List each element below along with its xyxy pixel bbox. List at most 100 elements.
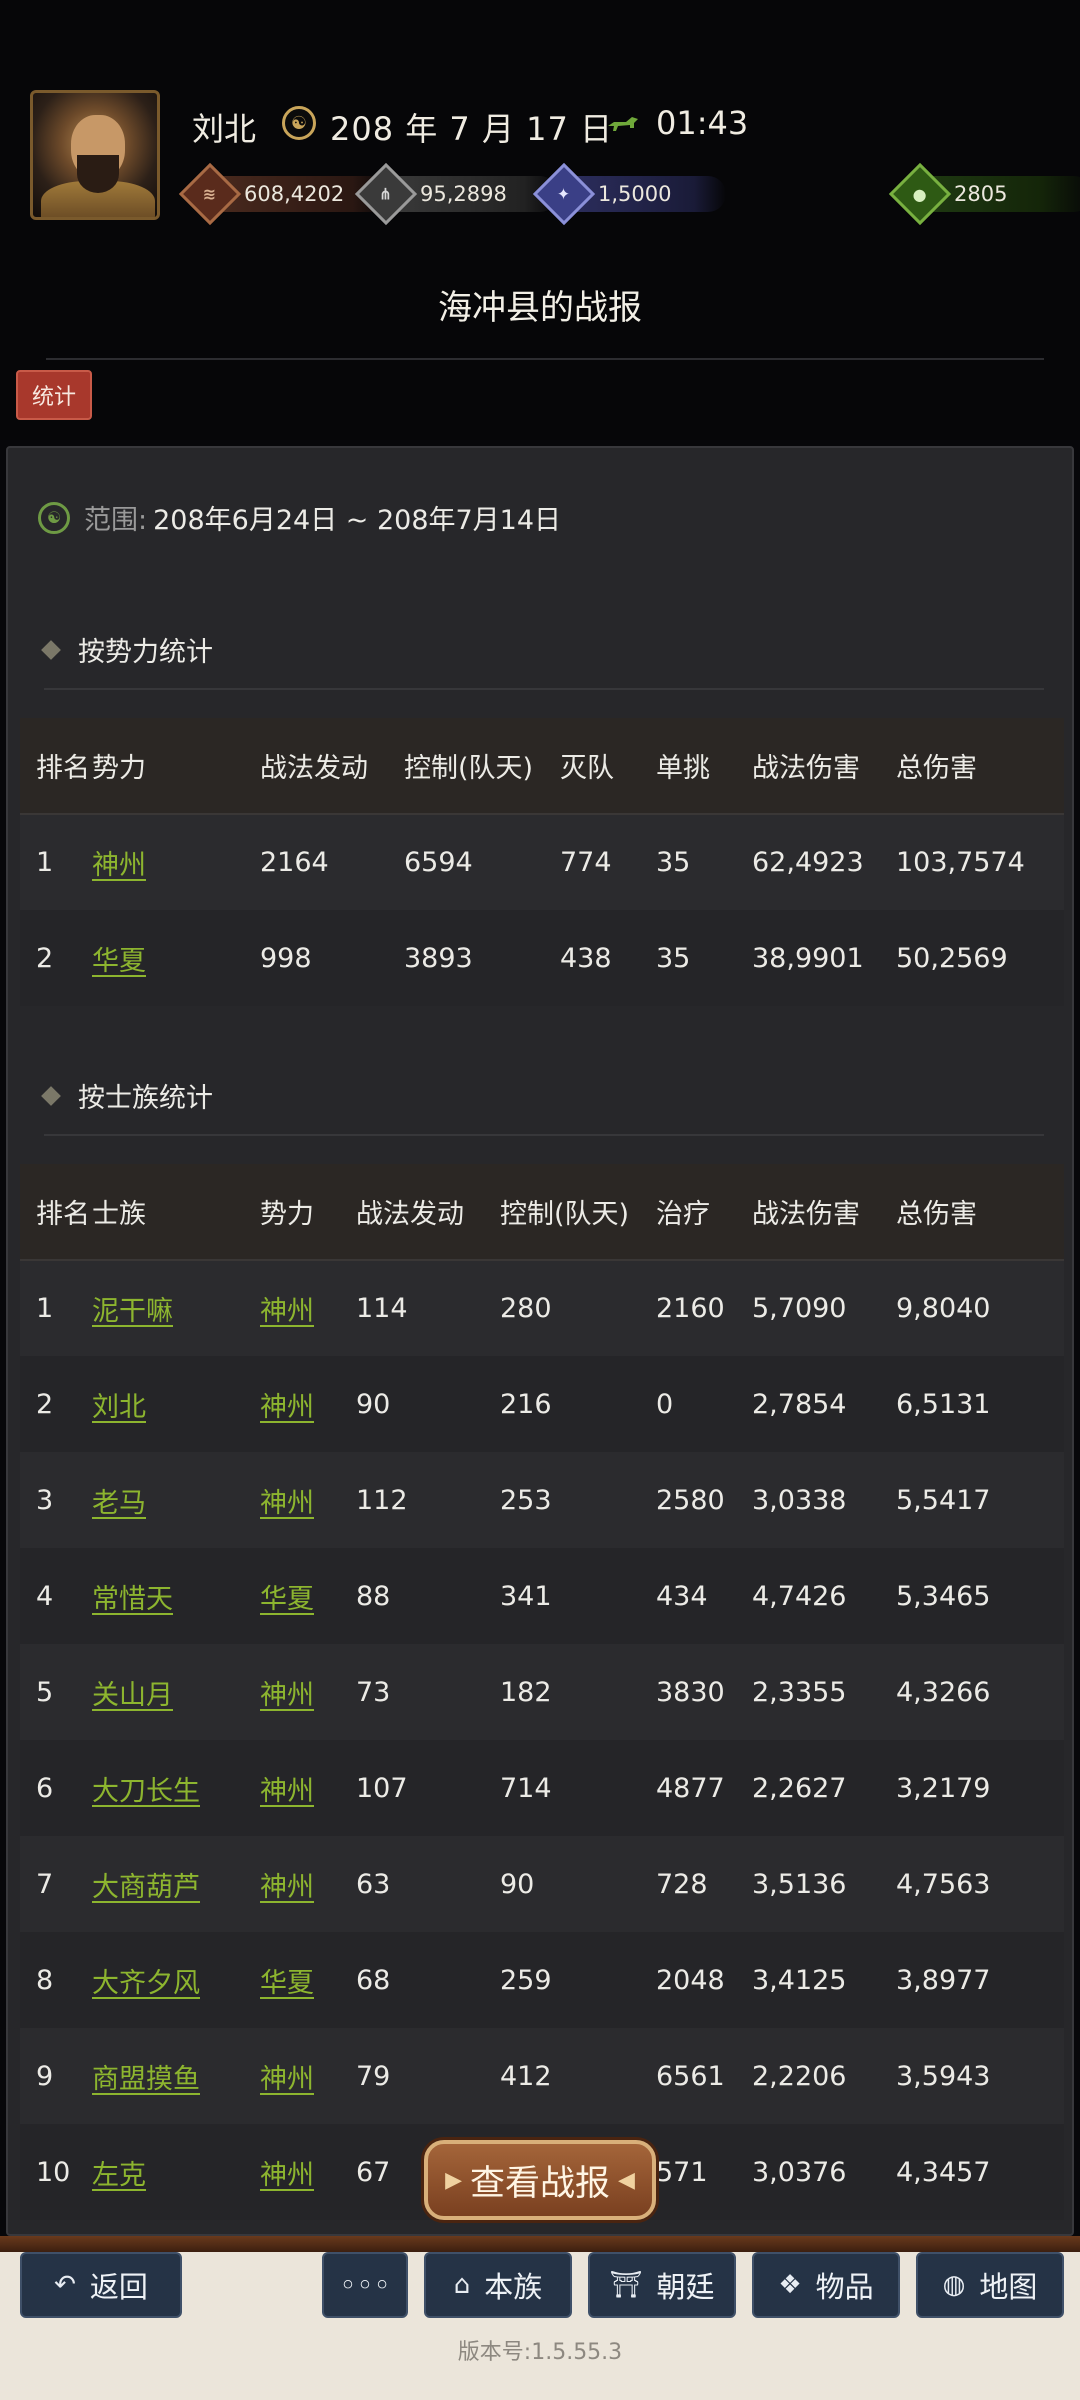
table-row: 8 大齐夕风 华夏 68 259 2048 3,4125 3,8977 [20,1932,1064,2028]
col-rank[interactable]: 排名 [20,718,92,814]
troops-icon: ✦ [532,162,596,226]
col-control[interactable]: 控制(队天) [404,718,560,814]
back-arrow-icon: ↶ [54,2270,76,2300]
clan-icon: ⌂ [453,2270,471,2300]
items-icon: ❖ [778,2270,802,2300]
faction-link[interactable]: 神州 [260,1644,356,1740]
player-name: 刘北 [192,110,257,148]
col-skill-damage[interactable]: 战法伤害 [752,718,896,814]
back-button[interactable]: ↶ 返回 [20,2252,182,2318]
faction-link[interactable]: 神州 [260,1740,356,1836]
horse-icon [608,117,638,131]
faction-link[interactable]: 神州 [260,1836,356,1932]
map-button[interactable]: ◍ 地图 [916,2252,1064,2318]
clan-section-heading: 按士族统计 [41,1076,213,1115]
clan-link[interactable]: 常惜天 [92,1548,260,1644]
top-header: 刘北 ☯ 208 年 7 月 17 日 01:43 ≋ 608,4202 ⋔ 9… [0,0,1080,440]
table-row: 6 大刀长生 神州 107 714 4877 2,2627 3,2179 [20,1740,1064,1836]
col-faction[interactable]: 势力 [92,718,260,814]
player-avatar[interactable] [30,90,160,220]
col-rank[interactable]: 排名 [20,1164,92,1260]
section-divider [44,688,1044,690]
more-button[interactable]: ◦◦◦ [322,2252,408,2318]
tab-statistics[interactable]: 统计 [16,370,92,420]
faction-link[interactable]: 神州 [260,1452,356,1548]
table-row: 2 华夏 998 3893 438 35 38,9901 50,2569 [20,910,1064,1006]
table-header-row: 排名 士族 势力 战法发动 控制(队天) 治疗 战法伤害 总伤害 [20,1164,1064,1260]
col-healing[interactable]: 治疗 [656,1164,752,1260]
troops-value: 1,5000 [598,182,672,206]
jade-resource[interactable]: ● 2805 [888,162,1080,226]
faction-link[interactable]: 华夏 [92,910,260,1006]
col-skill-activations[interactable]: 战法发动 [356,1164,500,1260]
date-range: ☯ 范围: 208年6月24日 ~ 208年7月14日 [38,498,561,537]
grain-resource[interactable]: ⋔ 95,2898 [354,162,558,226]
arrow-right-icon: ▶ [445,2167,462,2193]
range-value: 208年6月24日 ~ 208年7月14日 [153,505,562,536]
report-panel: ☯ 范围: 208年6月24日 ~ 208年7月14日 按势力统计 排名 势力 … [6,446,1074,2236]
more-icon: ◦◦◦ [339,2268,391,2302]
copper-icon: ≋ [178,162,242,226]
col-control[interactable]: 控制(队天) [500,1164,656,1260]
faction-link[interactable]: 神州 [92,814,260,910]
troops-resource[interactable]: ✦ 1,5000 [532,162,726,226]
faction-link[interactable]: 神州 [260,2028,356,2124]
title-divider [46,358,1044,360]
faction-link[interactable]: 神州 [260,2124,356,2220]
col-clan[interactable]: 士族 [92,1164,260,1260]
col-skill-activations[interactable]: 战法发动 [260,718,404,814]
clan-link[interactable]: 大商葫芦 [92,1836,260,1932]
copper-resource[interactable]: ≋ 608,4202 [178,162,388,226]
faction-stats-table: 排名 势力 战法发动 控制(队天) 灭队 单挑 战法伤害 总伤害 1 神州 21… [20,718,1064,1006]
clan-link[interactable]: 刘北 [92,1356,260,1452]
clan-link[interactable]: 关山月 [92,1644,260,1740]
palace-icon: ⛩ [609,2270,643,2300]
view-report-button[interactable]: ▶ 查看战报 ◀ [424,2140,656,2220]
calendar-icon: ☯ [38,501,70,534]
calendar-coin-icon: ☯ [282,106,316,140]
clan-link[interactable]: 左克 [92,2124,260,2220]
col-total-damage[interactable]: 总伤害 [896,718,1064,814]
table-row: 7 大商葫芦 神州 63 90 728 3,5136 4,7563 [20,1836,1064,1932]
col-wipes[interactable]: 灭队 [560,718,656,814]
faction-link[interactable]: 华夏 [260,1548,356,1644]
game-date: 208 年 7 月 17 日 [330,110,614,148]
faction-link[interactable]: 神州 [260,1356,356,1452]
table-row: 1 泥干嘛 神州 114 280 2160 5,7090 9,8040 [20,1260,1064,1356]
table-row: 4 常惜天 华夏 88 341 434 4,7426 5,3465 [20,1548,1064,1644]
game-time: 01:43 [656,104,749,142]
diamond-bullet-icon [41,1085,61,1106]
table-header-row: 排名 势力 战法发动 控制(队天) 灭队 单挑 战法伤害 总伤害 [20,718,1064,814]
jade-value: 2805 [954,182,1008,206]
faction-link[interactable]: 华夏 [260,1932,356,2028]
range-label: 范围: [84,505,148,536]
items-button[interactable]: ❖ 物品 [752,2252,900,2318]
grain-icon: ⋔ [354,162,418,226]
col-faction[interactable]: 势力 [260,1164,356,1260]
clan-stats-table: 排名 士族 势力 战法发动 控制(队天) 治疗 战法伤害 总伤害 1 泥干嘛 神… [20,1164,1064,2220]
clan-button[interactable]: ⌂ 本族 [424,2252,572,2318]
arrow-left-icon: ◀ [618,2167,635,2193]
court-button[interactable]: ⛩ 朝廷 [588,2252,736,2318]
col-duels[interactable]: 单挑 [656,718,752,814]
copper-value: 608,4202 [244,182,345,206]
faction-section-heading: 按势力统计 [41,630,213,669]
section-divider [44,1134,1044,1136]
bottom-bar-edge [0,2236,1080,2252]
globe-icon: ◍ [942,2270,966,2300]
jade-icon: ● [888,162,952,226]
clan-link[interactable]: 老马 [92,1452,260,1548]
table-row: 2 刘北 神州 90 216 0 2,7854 6,5131 [20,1356,1064,1452]
clan-link[interactable]: 泥干嘛 [92,1260,260,1356]
clan-link[interactable]: 大齐夕风 [92,1932,260,2028]
table-row: 3 老马 神州 112 253 2580 3,0338 5,5417 [20,1452,1064,1548]
table-row: 9 商盟摸鱼 神州 79 412 6561 2,2206 3,5943 [20,2028,1064,2124]
diamond-bullet-icon [41,639,61,660]
clan-link[interactable]: 大刀长生 [92,1740,260,1836]
clan-link[interactable]: 商盟摸鱼 [92,2028,260,2124]
version-label: 版本号:1.5.55.3 [457,2340,623,2365]
faction-link[interactable]: 神州 [260,1260,356,1356]
page-title: 海冲县的战报 [438,288,642,328]
col-skill-damage[interactable]: 战法伤害 [752,1164,896,1260]
col-total-damage[interactable]: 总伤害 [896,1164,1064,1260]
